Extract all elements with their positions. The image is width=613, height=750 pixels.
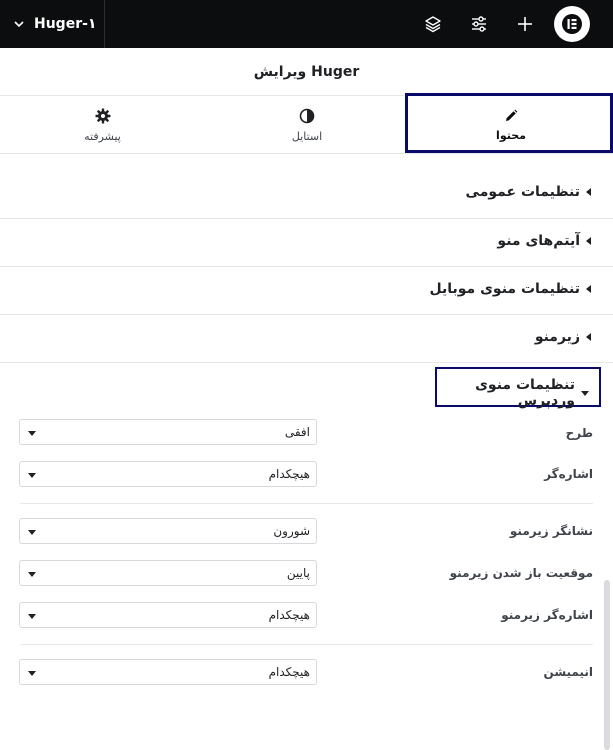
- tab-content[interactable]: محتوا: [409, 96, 613, 154]
- section-wordpress-menu-settings[interactable]: تنظیمات منوی وردپرس: [435, 367, 601, 409]
- topbar-divider: [104, 0, 105, 48]
- caret-left-icon: [586, 333, 591, 341]
- dropdown-arrow-icon: [28, 671, 36, 676]
- caret-left-icon: [586, 285, 591, 293]
- section-menu-items[interactable]: آیتم‌های منو: [0, 219, 613, 267]
- submenu-pointer-select[interactable]: هیچکدام: [19, 602, 317, 628]
- animation-label: انیمیشن: [543, 665, 593, 679]
- submenu-indicator-value: شورون: [273, 524, 310, 538]
- section-mobile-menu-settings[interactable]: تنظیمات منوی موبایل: [0, 267, 613, 315]
- section-label: تنظیمات منوی موبایل: [429, 281, 581, 297]
- tab-advanced[interactable]: پیشرفته: [0, 96, 205, 154]
- section-label: تنظیمات منوی وردپرس: [475, 377, 575, 409]
- tab-style[interactable]: استایل: [205, 96, 409, 154]
- tab-content-label: محتوا: [496, 128, 526, 142]
- submenu-position-select[interactable]: پایین: [19, 560, 317, 586]
- divider: [20, 644, 593, 645]
- dropdown-arrow-icon: [28, 431, 36, 436]
- dropdown-arrow-icon: [28, 572, 36, 577]
- divider: [20, 503, 593, 504]
- submenu-position-label: موقعیت باز شدن زیرمنو: [449, 566, 593, 580]
- sliders-icon[interactable]: [467, 12, 491, 36]
- layout-select[interactable]: افقی: [19, 419, 317, 445]
- pencil-icon: [506, 109, 518, 121]
- panel-title: ویرایش Huger: [0, 48, 613, 96]
- document-title: Huger-۱: [34, 16, 97, 32]
- section-label: زیرمنو: [534, 329, 580, 345]
- layers-icon[interactable]: [421, 12, 445, 36]
- pointer-select[interactable]: هیچکدام: [19, 461, 317, 487]
- plus-icon[interactable]: [513, 12, 537, 36]
- section-general-settings[interactable]: تنظیمات عمومی: [0, 154, 613, 219]
- animation-value: هیچکدام: [268, 665, 310, 679]
- tab-advanced-label: پیشرفته: [84, 129, 121, 143]
- dropdown-arrow-icon: [28, 614, 36, 619]
- top-bar: Huger-۱: [0, 0, 613, 48]
- document-switcher[interactable]: Huger-۱: [12, 0, 96, 48]
- gear-icon: [95, 108, 110, 123]
- dropdown-arrow-icon: [28, 473, 36, 478]
- caret-left-icon: [586, 237, 591, 245]
- caret-down-icon: [581, 390, 589, 396]
- caret-left-icon: [586, 188, 591, 196]
- layout-label: طرح: [565, 426, 593, 440]
- tab-style-label: استایل: [291, 129, 323, 143]
- section-label: آیتم‌های منو: [497, 233, 580, 249]
- section-submenu[interactable]: زیرمنو: [0, 315, 613, 363]
- submenu-pointer-label: اشاره‌گر زیرمنو: [501, 608, 593, 622]
- pointer-label: اشاره‌گر: [544, 467, 593, 481]
- contrast-icon: [299, 108, 315, 123]
- elementor-logo-icon[interactable]: [554, 6, 590, 42]
- submenu-indicator-select[interactable]: شورون: [19, 518, 317, 544]
- panel-tabs: محتوا استایل پیشرفته: [0, 96, 613, 154]
- dropdown-arrow-icon: [28, 530, 36, 535]
- chevron-down-icon: [14, 21, 24, 28]
- section-label: تنظیمات عمومی: [465, 184, 580, 200]
- submenu-pointer-value: هیچکدام: [268, 608, 310, 622]
- submenu-indicator-label: نشانگر زیرمنو: [509, 524, 593, 538]
- pointer-value: هیچکدام: [268, 467, 310, 481]
- animation-select[interactable]: هیچکدام: [19, 659, 317, 685]
- layout-value: افقی: [284, 425, 310, 439]
- submenu-position-value: پایین: [286, 566, 310, 580]
- panel-scrollbar[interactable]: [604, 580, 610, 750]
